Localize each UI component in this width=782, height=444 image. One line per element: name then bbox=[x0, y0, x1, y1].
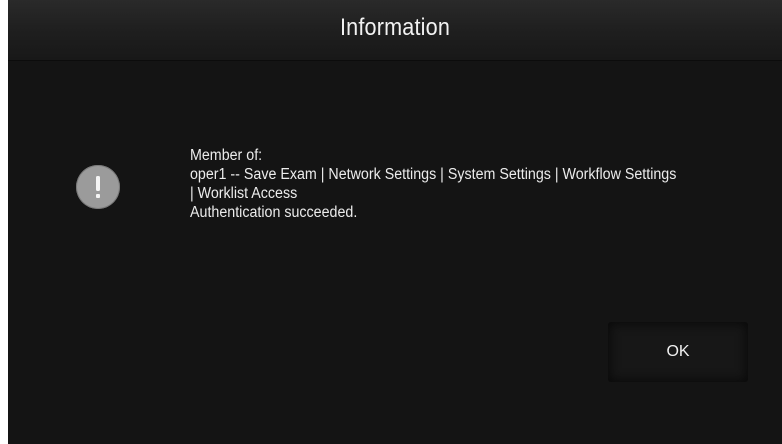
dialog-title: Information bbox=[339, 14, 451, 41]
dialog-message: Member of: oper1 -- Save Exam | Network … bbox=[190, 146, 724, 222]
message-line: Authentication succeeded. bbox=[190, 204, 358, 221]
dialog-title-bar: Information bbox=[8, 0, 782, 61]
message-line: oper1 -- Save Exam | Network Settings | … bbox=[190, 166, 677, 183]
message-line: | Worklist Access bbox=[190, 185, 298, 202]
message-line: Member of: bbox=[190, 147, 263, 164]
screen-edge bbox=[0, 0, 8, 444]
exclamation-icon bbox=[76, 165, 120, 209]
information-dialog: Information Member of: oper1 -- Save Exa… bbox=[8, 0, 782, 444]
ok-button-label: OK bbox=[666, 343, 690, 360]
ok-button[interactable]: OK bbox=[608, 322, 748, 382]
